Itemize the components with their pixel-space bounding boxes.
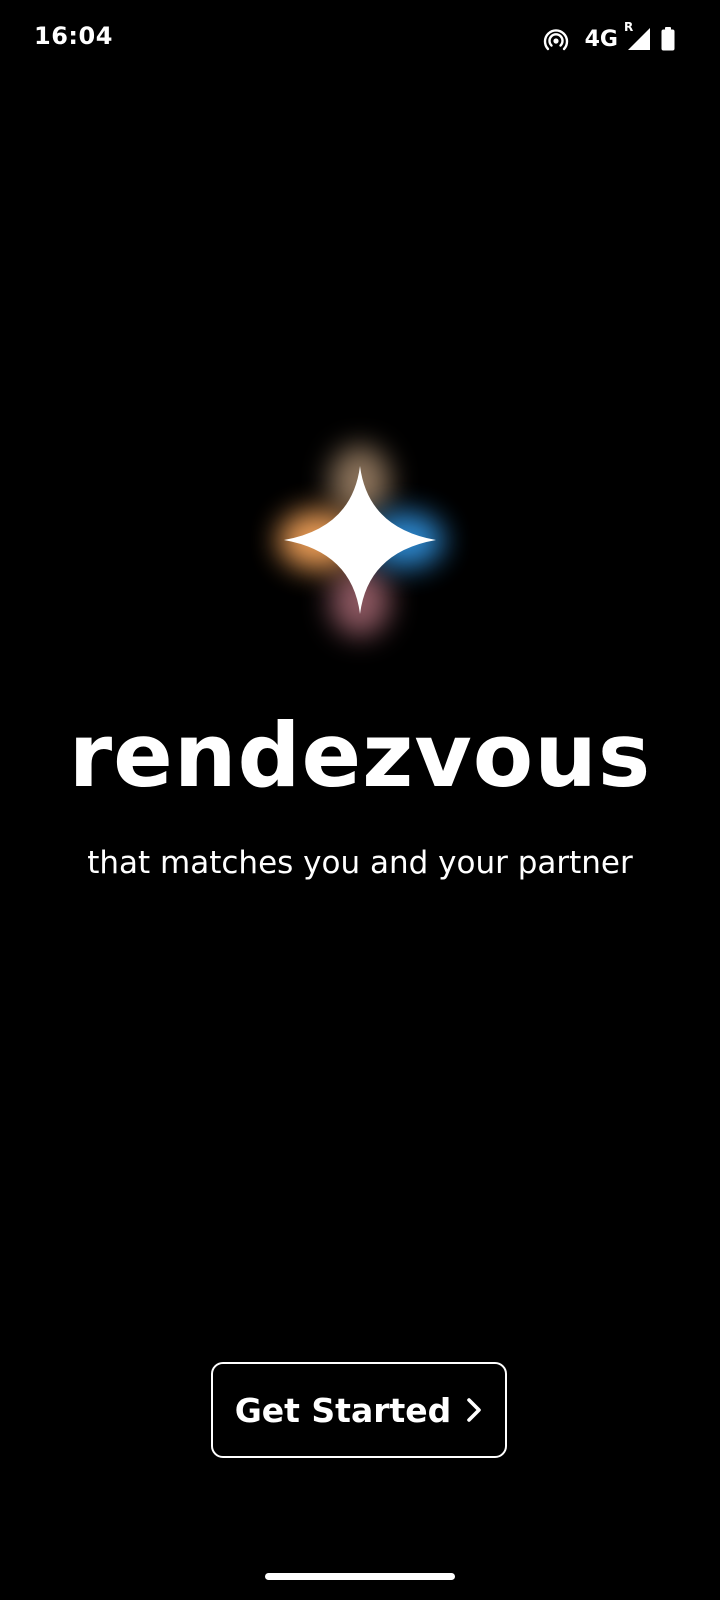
battery-icon — [660, 26, 676, 52]
sparkle-logo — [260, 440, 460, 640]
signal-icon: R — [624, 20, 652, 52]
status-time: 16:04 — [34, 22, 113, 50]
get-started-label: Get Started — [234, 1390, 452, 1430]
status-bar: 16:04 4G R — [0, 0, 720, 80]
get-started-button[interactable]: Get Started — [211, 1362, 507, 1458]
status-icons: 4G R — [543, 20, 676, 54]
chevron-right-icon — [465, 1396, 483, 1424]
roaming-indicator: R — [624, 20, 634, 34]
app-title: rendezvous — [68, 704, 652, 807]
sparkle-icon — [284, 466, 436, 614]
home-indicator[interactable] — [265, 1573, 455, 1580]
network-type-label: 4G — [584, 26, 618, 52]
app-tagline: that matches you and your partner — [87, 845, 633, 881]
hotspot-icon — [543, 26, 569, 52]
